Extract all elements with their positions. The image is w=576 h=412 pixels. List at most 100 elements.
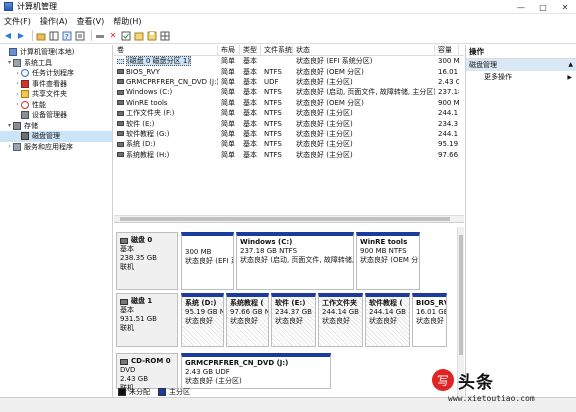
cell-volume: WinRE tools <box>114 98 218 108</box>
partition-name: GRMCPRFRER_CN_DVD (J:) <box>185 359 289 367</box>
menu-file[interactable]: 文件(F) <box>4 16 31 27</box>
forward-icon[interactable]: ▶ <box>16 31 26 41</box>
disk-label[interactable]: CD-ROM 0 DVD 2.43 GB 联机 <box>116 353 178 392</box>
partition[interactable]: Windows (C:) 237.18 GB NTFS 状态良好 (启动, 页面… <box>236 232 354 290</box>
partition[interactable]: 系统 (D:) 95.19 GB N 状态良好 <box>181 293 224 347</box>
disk-label[interactable]: 磁盘 1 基本 931.51 GB 联机 <box>116 293 178 347</box>
volume-name: (磁盘 0 磁盘分区 1) <box>126 56 192 67</box>
partition-size: 900 MB NTFS <box>360 247 407 255</box>
save-icon[interactable] <box>147 31 157 41</box>
partition[interactable]: 工作文件夹 244.14 GB 状态良好 <box>318 293 363 347</box>
tree-item-system-tools[interactable]: ▾ 系统工具 <box>0 58 112 69</box>
expand-icon[interactable]: › <box>6 143 13 150</box>
back-icon[interactable]: ◀ <box>3 31 13 41</box>
menu-view[interactable]: 查看(V) <box>77 16 105 27</box>
partition[interactable]: 软件教程 ( 244.14 GB 状态良好 <box>365 293 410 347</box>
column-header-status[interactable]: 状态 <box>293 45 435 55</box>
expand-icon[interactable]: › <box>14 91 21 98</box>
menu-help[interactable]: 帮助(H) <box>113 16 141 27</box>
partition[interactable]: 系统教程 ( 97.66 GB N 状态良好 <box>226 293 269 347</box>
disk-name: CD-ROM 0 <box>131 357 171 365</box>
table-row[interactable]: 软件 (E:) 简单 基本 NTFS 状态良好 (主分区) 234.3 <box>114 118 464 128</box>
partition[interactable]: WinRE tools 900 MB NTFS 状态良好 (OEM 分 <box>356 232 420 290</box>
grid-icon[interactable] <box>160 31 170 41</box>
table-row[interactable]: WinRE tools 简单 基本 NTFS 状态良好 (OEM 分区) 900 M <box>114 98 464 108</box>
connect-icon[interactable] <box>95 31 105 41</box>
expand-icon[interactable]: › <box>14 70 21 77</box>
partition-status: 状态良好 (主分区) <box>185 377 242 385</box>
delete-icon[interactable]: ✕ <box>108 31 118 41</box>
volume-icon <box>117 131 124 137</box>
scrollbar-thumb[interactable] <box>120 217 450 221</box>
tree-item-shared-folders[interactable]: › 共享文件夹 <box>0 89 112 100</box>
tree-item-label: 性能 <box>32 100 46 109</box>
collapse-up-icon[interactable]: ▲ <box>568 59 573 71</box>
tree-item-disk-management[interactable]: 磁盘管理 <box>0 131 112 142</box>
partition[interactable]: 软件 (E:) 234.37 GB 状态良好 <box>271 293 316 347</box>
maximize-button[interactable]: □ <box>532 0 554 14</box>
cell-status: 状态良好 (主分区) <box>296 140 353 149</box>
expand-icon[interactable]: › <box>14 80 21 87</box>
tree-item-performance[interactable]: › 性能 <box>0 100 112 111</box>
open-icon[interactable] <box>134 31 144 41</box>
tree-item-device-manager[interactable]: 设备管理器 <box>0 110 112 121</box>
horizontal-scrollbar[interactable] <box>114 215 464 222</box>
cell-capacity: 900 M <box>438 98 459 107</box>
table-row[interactable]: GRMCPRFRER_CN_DVD (J:) 简单 基本 UDF 状态良好 (主分区) 2… <box>114 77 464 87</box>
actions-pane: 操作 磁盘管理 ▲ 更多操作 ▶ <box>465 45 576 397</box>
check-icon[interactable] <box>121 31 131 41</box>
tree-item-services-apps[interactable]: › 服务和应用程序 <box>0 142 112 153</box>
tree-item-task-scheduler[interactable]: › 任务计划程序 <box>0 68 112 79</box>
table-row[interactable]: 系统教程 (H:) 简单 基本 NTFS 状态良好 (主分区) 97.66 <box>114 150 464 160</box>
cell-type: 基本 <box>243 98 257 107</box>
cell-layout: 简单 <box>221 57 235 66</box>
table-row[interactable]: (磁盘 0 磁盘分区 1) 简单 基本 状态良好 (EFI 系统分区) 300 M <box>114 56 464 67</box>
menu-action[interactable]: 操作(A) <box>40 16 68 27</box>
properties-icon[interactable] <box>75 31 85 41</box>
actions-section-disk-management[interactable]: 磁盘管理 ▲ <box>466 59 576 71</box>
column-header-capacity[interactable]: 容量 <box>435 45 459 55</box>
table-row[interactable]: BIOS_RVY 简单 基本 NTFS 状态良好 (OEM 分区) 16.01 <box>114 66 464 76</box>
partition[interactable]: 300 MB 状态良好 (EFI 系 <box>181 232 234 290</box>
disk-icon <box>21 132 29 141</box>
perf-icon <box>21 100 29 109</box>
partition-size: 16.01 GB <box>416 308 447 316</box>
legend: 未分配 主分区 <box>114 386 464 397</box>
column-header-volume[interactable]: 卷 <box>114 45 218 55</box>
volume-name: Windows (C:) <box>126 88 173 97</box>
cell-layout: 简单 <box>221 88 235 97</box>
expand-icon[interactable]: › <box>14 101 21 108</box>
table-row[interactable]: 工作文件夹 (F:) 简单 基本 NTFS 状态良好 (主分区) 244.1 <box>114 108 464 118</box>
volume-name: 系统教程 (H:) <box>126 150 170 159</box>
cell-filesystem: NTFS <box>264 98 282 107</box>
partition-size: 300 MB <box>185 248 212 256</box>
close-button[interactable]: ✕ <box>554 0 576 14</box>
disk-label[interactable]: 磁盘 0 基本 238.35 GB 联机 <box>116 232 178 290</box>
minimize-button[interactable]: — <box>510 0 532 14</box>
scrollbar-thumb[interactable] <box>459 235 463 355</box>
cell-type: 基本 <box>243 67 257 76</box>
svg-text:?: ? <box>65 33 69 41</box>
table-row[interactable]: Windows (C:) 简单 基本 NTFS 状态良好 (启动, 页面文件, 故障转储… <box>114 87 464 97</box>
cell-volume: (磁盘 0 磁盘分区 1) <box>114 56 218 67</box>
column-header-layout[interactable]: 布局 <box>218 45 240 55</box>
help-icon[interactable]: ? <box>62 31 72 41</box>
partition[interactable]: BIOS_RV 16.01 GB 状态良好 <box>412 293 447 347</box>
cell-filesystem: NTFS <box>264 129 282 138</box>
table-row[interactable]: 系统 (D:) 简单 基本 NTFS 状态良好 (主分区) 95.19 <box>114 139 464 149</box>
column-header-filesystem[interactable]: 文件系统 <box>261 45 293 55</box>
watermark-brand: 头条 <box>458 373 494 393</box>
show-tree-icon[interactable] <box>49 31 59 41</box>
collapse-icon[interactable]: ▾ <box>6 122 13 129</box>
partition[interactable]: GRMCPRFRER_CN_DVD (J:) 2.43 GB UDF 状态良好 … <box>181 353 331 389</box>
cell-type: 基本 <box>243 88 257 97</box>
tree-item-computer-management[interactable]: 计算机管理(本地) <box>0 47 112 58</box>
tree-item-event-viewer[interactable]: › 事件查看器 <box>0 79 112 90</box>
column-header-type[interactable]: 类型 <box>240 45 261 55</box>
tree-item-storage[interactable]: ▾ 存储 <box>0 121 112 132</box>
up-icon[interactable] <box>36 31 46 41</box>
more-actions-item[interactable]: 更多操作 ▶ <box>466 71 576 84</box>
cell-status: 状态良好 (主分区) <box>296 109 353 118</box>
collapse-icon[interactable]: ▾ <box>6 59 13 66</box>
table-row[interactable]: 软件教程 (G:) 简单 基本 NTFS 状态良好 (主分区) 244.1 <box>114 129 464 139</box>
